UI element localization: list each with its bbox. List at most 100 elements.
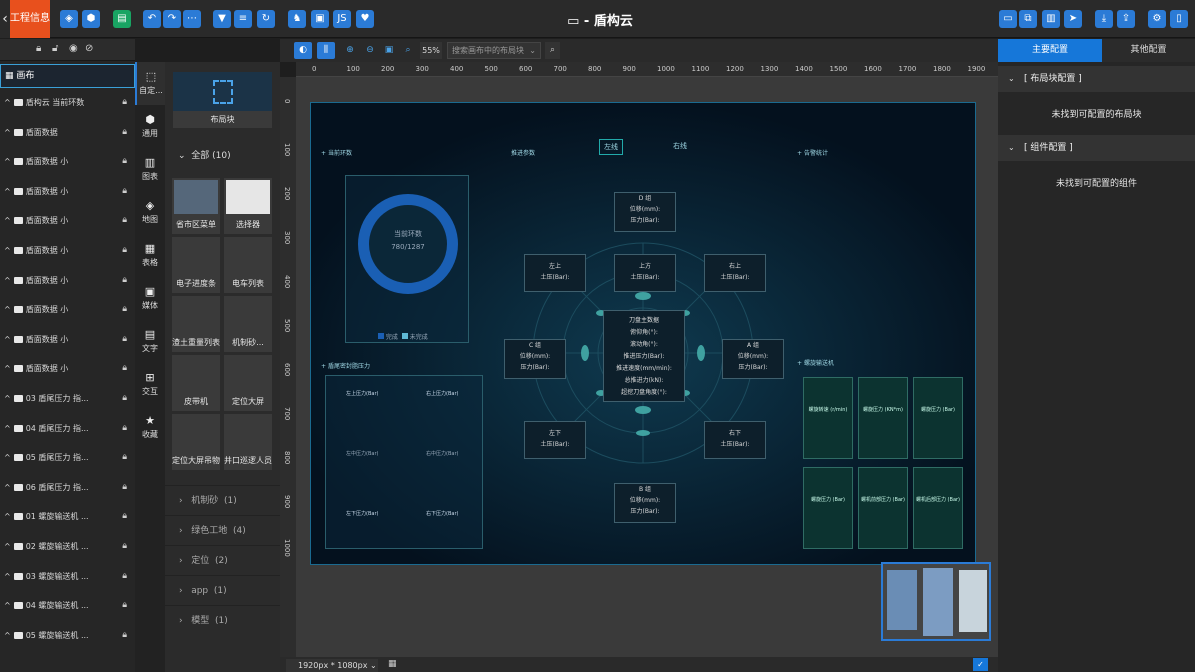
- lock-icon[interactable]: 🔒︎: [122, 118, 127, 147]
- refresh-icon[interactable]: ↻: [257, 10, 275, 28]
- document-icon[interactable]: ▥: [1042, 10, 1060, 28]
- lock-icon[interactable]: 🔒︎: [122, 206, 127, 235]
- category-chart[interactable]: ▥ 图表: [135, 148, 165, 191]
- category-table[interactable]: ▦ 表格: [135, 234, 165, 277]
- lock-icon[interactable]: 🔒︎: [122, 325, 127, 354]
- layer-item[interactable]: ^ 03 螺旋输送机 ... 🔒︎: [0, 562, 135, 592]
- layer-item[interactable]: ^ 盾面数据 小 🔒︎: [0, 177, 135, 207]
- theme-icon[interactable]: ◐: [294, 42, 312, 59]
- eye-icon[interactable]: ◉: [69, 43, 78, 54]
- lock-icon[interactable]: 🔒︎: [122, 502, 127, 531]
- component-group[interactable]: › 绿色工地 (4): [165, 515, 280, 545]
- layer-item[interactable]: ^ 盾面数据 小 🔒︎: [0, 206, 135, 236]
- database-icon[interactable]: ≡: [234, 10, 252, 28]
- category-media[interactable]: ▣ 媒体: [135, 277, 165, 320]
- lock-icon[interactable]: 🔒︎: [122, 621, 127, 650]
- lock-icon[interactable]: 🔒︎: [122, 414, 127, 443]
- lock-icon[interactable]: 🔒︎: [122, 147, 127, 176]
- layer-item[interactable]: ^ 02 螺旋输送机 ... 🔒︎: [0, 532, 135, 562]
- component-tile[interactable]: 机制砂...: [224, 296, 272, 352]
- all-group-header[interactable]: ⌄ 全部 (10): [178, 148, 231, 161]
- layer-item[interactable]: ^ 盾面数据 🔒︎: [0, 118, 135, 148]
- layer-canvas[interactable]: ▦ 画布: [0, 64, 135, 88]
- unlock-icon[interactable]: 🔓︎: [52, 43, 58, 54]
- layer-item[interactable]: ^ 01 螺旋输送机 ... 🔒︎: [0, 502, 135, 532]
- component-tile[interactable]: 皮带机: [172, 355, 220, 411]
- zoom-in-icon[interactable]: ⊕: [341, 42, 359, 59]
- monitor-icon[interactable]: ▭: [999, 10, 1017, 28]
- layer-item[interactable]: ^ 盾面数据 小 🔒︎: [0, 325, 135, 355]
- file-icon[interactable]: ▤: [113, 10, 131, 28]
- category-interaction[interactable]: ⊞ 交互: [135, 363, 165, 406]
- search-icon[interactable]: ⌕: [399, 42, 417, 59]
- lock-icon[interactable]: 🔒︎: [122, 266, 127, 295]
- component-tile[interactable]: 选择器: [224, 178, 272, 234]
- grid-toggle-icon[interactable]: ▦: [388, 659, 397, 669]
- layers-icon[interactable]: ◈: [60, 10, 78, 28]
- layer-item[interactable]: ^ 盾面数据 小 🔒︎: [0, 354, 135, 384]
- layer-item[interactable]: ^ 盾面数据 小 🔒︎: [0, 236, 135, 266]
- project-info-button[interactable]: 工程信息: [10, 0, 50, 38]
- layer-item[interactable]: ^ 05 盾尾压力 指... 🔒︎: [0, 443, 135, 473]
- back-arrow-icon[interactable]: ‹: [0, 0, 10, 38]
- settings-icon[interactable]: ⚙: [1148, 10, 1166, 28]
- layout-search-input[interactable]: 搜索画布中的布局块 ⌄: [447, 42, 541, 59]
- section-layout-config[interactable]: ⌄ [ 布局块配置 ]: [998, 66, 1195, 92]
- save-icon[interactable]: ▣: [311, 10, 329, 28]
- layer-item[interactable]: ^ 盾面数据 小 🔒︎: [0, 295, 135, 325]
- lock-icon[interactable]: 🔒︎: [122, 532, 127, 561]
- component-tile[interactable]: 渣土重量列表: [172, 296, 220, 352]
- layout-block-tile[interactable]: 布局块: [173, 72, 272, 128]
- layer-item[interactable]: ^ 05 螺旋输送机 ... 🔒︎: [0, 621, 135, 651]
- js-icon[interactable]: JS: [333, 10, 351, 28]
- category-text[interactable]: ▤ 文字: [135, 320, 165, 363]
- component-group[interactable]: › 机制砂 (1): [165, 485, 280, 515]
- component-tile[interactable]: 井口巡逻人员: [224, 414, 272, 470]
- resolution-select[interactable]: 1920px * 1080px ⌄: [286, 659, 378, 672]
- left-line-tab[interactable]: 左线: [599, 139, 623, 155]
- tab-main-config[interactable]: 主要配置: [998, 39, 1102, 62]
- tab-other-config[interactable]: 其他配置: [1102, 39, 1195, 62]
- filter-icon[interactable]: ▼: [213, 10, 231, 28]
- minimap[interactable]: [881, 562, 991, 641]
- shirt-icon[interactable]: ♞: [288, 10, 306, 28]
- category-star[interactable]: ★ 收藏: [135, 406, 165, 449]
- lock-icon[interactable]: 🔒︎: [122, 591, 127, 620]
- eye-off-icon[interactable]: ⊘: [85, 43, 93, 54]
- fit-icon[interactable]: ▣: [380, 42, 398, 59]
- align-icon[interactable]: ⫼: [317, 42, 335, 59]
- layer-item[interactable]: ^ 盾构云 当前环数 🔒︎: [0, 88, 135, 118]
- dashboard-screen[interactable]: + 当前环数 当前环数 780/1287 完成 未完成 推进参数 左线 右线 +…: [310, 102, 976, 565]
- component-tile[interactable]: 省市区菜单: [172, 178, 220, 234]
- lock-icon[interactable]: 🔒︎: [122, 88, 127, 117]
- category-custom[interactable]: ⬚ 自定...: [135, 62, 165, 105]
- heart-icon[interactable]: ♥: [356, 10, 374, 28]
- lock-icon[interactable]: 🔒︎: [122, 562, 127, 591]
- lock-icon[interactable]: 🔒︎: [122, 354, 127, 383]
- lock-icon[interactable]: 🔒︎: [122, 236, 127, 265]
- copy-icon[interactable]: ⧉: [1019, 10, 1037, 28]
- zoom-out-icon[interactable]: ⊖: [361, 42, 379, 59]
- category-cube[interactable]: ⬢ 通用: [135, 105, 165, 148]
- lock-icon[interactable]: 🔒︎: [122, 473, 127, 502]
- layer-item[interactable]: ^ 03 盾尾压力 指... 🔒︎: [0, 384, 135, 414]
- component-tile[interactable]: 电子进度条: [172, 237, 220, 293]
- box-icon[interactable]: ⬢: [82, 10, 100, 28]
- layer-item[interactable]: ^ 盾面数据 小 🔒︎: [0, 147, 135, 177]
- download-icon[interactable]: ⤓: [1095, 10, 1113, 28]
- layer-item[interactable]: ^ 04 盾尾压力 指... 🔒︎: [0, 414, 135, 444]
- sidebar-icon[interactable]: ▯: [1170, 10, 1188, 28]
- component-group[interactable]: › 定位 (2): [165, 545, 280, 575]
- redo-icon[interactable]: ↷: [163, 10, 181, 28]
- component-tile[interactable]: 定位大屏吊物: [172, 414, 220, 470]
- lock-icon[interactable]: 🔒︎: [122, 384, 127, 413]
- layer-item[interactable]: ^ 盾面数据 小 🔒︎: [0, 266, 135, 296]
- check-icon[interactable]: ✓: [973, 658, 988, 671]
- right-line-tab[interactable]: 右线: [673, 141, 687, 151]
- export-icon[interactable]: ⇪: [1117, 10, 1135, 28]
- zoom-level[interactable]: 55%: [420, 42, 442, 59]
- lock-icon[interactable]: 🔒︎: [122, 295, 127, 324]
- component-tile[interactable]: 定位大屏: [224, 355, 272, 411]
- more-icon[interactable]: ⋯: [183, 10, 201, 28]
- lock-icon[interactable]: 🔒︎: [36, 43, 41, 54]
